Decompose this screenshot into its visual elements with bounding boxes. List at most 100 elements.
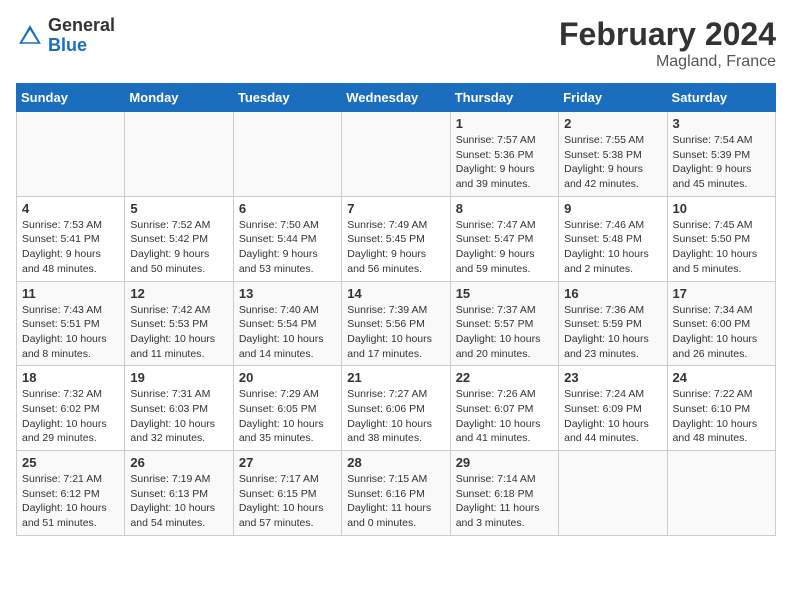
calendar-cell: 7 Sunrise: 7:49 AMSunset: 5:45 PMDaylight… (342, 196, 450, 281)
column-header-thursday: Thursday (450, 84, 558, 112)
day-info: Sunrise: 7:14 AMSunset: 6:18 PMDaylight:… (456, 472, 553, 531)
day-number: 18 (22, 370, 119, 385)
day-number: 20 (239, 370, 336, 385)
day-info: Sunrise: 7:52 AMSunset: 5:42 PMDaylight:… (130, 218, 227, 277)
calendar-cell: 22 Sunrise: 7:26 AMSunset: 6:07 PMDayligh… (450, 366, 558, 451)
day-number: 12 (130, 286, 227, 301)
day-number: 26 (130, 455, 227, 470)
day-number: 6 (239, 201, 336, 216)
calendar-cell: 13 Sunrise: 7:40 AMSunset: 5:54 PMDayligh… (233, 281, 341, 366)
calendar-body: 1Sunrise: 7:57 AMSunset: 5:36 PMDaylight… (17, 112, 776, 536)
logo: General Blue (16, 16, 115, 56)
calendar-cell: 21 Sunrise: 7:27 AMSunset: 6:06 PMDayligh… (342, 366, 450, 451)
calendar-table: SundayMondayTuesdayWednesdayThursdayFrid… (16, 83, 776, 536)
day-info: Sunrise: 7:40 AMSunset: 5:54 PMDaylight:… (239, 303, 336, 362)
day-info: Sunrise: 7:19 AMSunset: 6:13 PMDaylight:… (130, 472, 227, 531)
day-info: Sunrise: 7:29 AMSunset: 6:05 PMDaylight:… (239, 387, 336, 446)
calendar-cell: 11 Sunrise: 7:43 AMSunset: 5:51 PMDayligh… (17, 281, 125, 366)
day-number: 21 (347, 370, 444, 385)
day-number: 10 (673, 201, 770, 216)
calendar-cell (342, 112, 450, 197)
calendar-cell: 28Sunrise: 7:15 AMSunset: 6:16 PMDayligh… (342, 451, 450, 536)
day-number: 13 (239, 286, 336, 301)
calendar-cell: 14Sunrise: 7:39 AMSunset: 5:56 PMDayligh… (342, 281, 450, 366)
calendar-cell: 25Sunrise: 7:21 AMSunset: 6:12 PMDayligh… (17, 451, 125, 536)
calendar-cell (233, 112, 341, 197)
title-block: February 2024 Magland, France (559, 16, 776, 71)
day-number: 25 (22, 455, 119, 470)
day-number: 29 (456, 455, 553, 470)
day-info: Sunrise: 7:57 AMSunset: 5:36 PMDaylight:… (456, 133, 553, 192)
calendar-cell (667, 451, 775, 536)
day-info: Sunrise: 7:55 AMSunset: 5:38 PMDaylight:… (564, 133, 661, 192)
header-row: SundayMondayTuesdayWednesdayThursdayFrid… (17, 84, 776, 112)
logo-icon (16, 22, 44, 50)
day-info: Sunrise: 7:27 AMSunset: 6:06 PMDaylight:… (347, 387, 444, 446)
day-info: Sunrise: 7:54 AMSunset: 5:39 PMDaylight:… (673, 133, 770, 192)
calendar-cell: 9Sunrise: 7:46 AMSunset: 5:48 PMDaylight… (559, 196, 667, 281)
day-number: 8 (456, 201, 553, 216)
day-info: Sunrise: 7:47 AMSunset: 5:47 PMDaylight:… (456, 218, 553, 277)
calendar-cell: 5 Sunrise: 7:52 AMSunset: 5:42 PMDaylight… (125, 196, 233, 281)
calendar-cell (559, 451, 667, 536)
day-info: Sunrise: 7:31 AMSunset: 6:03 PMDaylight:… (130, 387, 227, 446)
day-number: 24 (673, 370, 770, 385)
day-info: Sunrise: 7:15 AMSunset: 6:16 PMDaylight:… (347, 472, 444, 531)
column-header-sunday: Sunday (17, 84, 125, 112)
day-info: Sunrise: 7:43 AMSunset: 5:51 PMDaylight:… (22, 303, 119, 362)
day-number: 27 (239, 455, 336, 470)
column-header-friday: Friday (559, 84, 667, 112)
column-header-saturday: Saturday (667, 84, 775, 112)
main-title: February 2024 (559, 16, 776, 53)
calendar-cell: 19 Sunrise: 7:31 AMSunset: 6:03 PMDayligh… (125, 366, 233, 451)
calendar-cell: 8 Sunrise: 7:47 AMSunset: 5:47 PMDaylight… (450, 196, 558, 281)
day-info: Sunrise: 7:36 AMSunset: 5:59 PMDaylight:… (564, 303, 661, 362)
column-header-wednesday: Wednesday (342, 84, 450, 112)
calendar-week-4: 18 Sunrise: 7:32 AMSunset: 6:02 PMDayligh… (17, 366, 776, 451)
logo-blue: Blue (48, 36, 115, 56)
calendar-cell: 6 Sunrise: 7:50 AMSunset: 5:44 PMDaylight… (233, 196, 341, 281)
calendar-cell: 1Sunrise: 7:57 AMSunset: 5:36 PMDaylight… (450, 112, 558, 197)
subtitle: Magland, France (559, 53, 776, 71)
day-number: 5 (130, 201, 227, 216)
logo-text: General Blue (48, 16, 115, 56)
page-header: General Blue February 2024 Magland, Fran… (16, 16, 776, 71)
calendar-week-5: 25Sunrise: 7:21 AMSunset: 6:12 PMDayligh… (17, 451, 776, 536)
day-number: 4 (22, 201, 119, 216)
day-number: 16 (564, 286, 661, 301)
day-info: Sunrise: 7:22 AMSunset: 6:10 PMDaylight:… (673, 387, 770, 446)
calendar-cell: 23Sunrise: 7:24 AMSunset: 6:09 PMDayligh… (559, 366, 667, 451)
calendar-week-2: 4 Sunrise: 7:53 AMSunset: 5:41 PMDaylight… (17, 196, 776, 281)
day-number: 19 (130, 370, 227, 385)
calendar-cell: 20 Sunrise: 7:29 AMSunset: 6:05 PMDayligh… (233, 366, 341, 451)
calendar-week-1: 1Sunrise: 7:57 AMSunset: 5:36 PMDaylight… (17, 112, 776, 197)
day-info: Sunrise: 7:26 AMSunset: 6:07 PMDaylight:… (456, 387, 553, 446)
calendar-cell: 24 Sunrise: 7:22 AMSunset: 6:10 PMDayligh… (667, 366, 775, 451)
column-header-tuesday: Tuesday (233, 84, 341, 112)
day-number: 2 (564, 116, 661, 131)
day-number: 22 (456, 370, 553, 385)
calendar-header: SundayMondayTuesdayWednesdayThursdayFrid… (17, 84, 776, 112)
day-number: 7 (347, 201, 444, 216)
day-number: 23 (564, 370, 661, 385)
day-number: 9 (564, 201, 661, 216)
calendar-cell: 29 Sunrise: 7:14 AMSunset: 6:18 PMDayligh… (450, 451, 558, 536)
day-info: Sunrise: 7:34 AMSunset: 6:00 PMDaylight:… (673, 303, 770, 362)
day-info: Sunrise: 7:53 AMSunset: 5:41 PMDaylight:… (22, 218, 119, 277)
calendar-cell (125, 112, 233, 197)
calendar-cell: 12Sunrise: 7:42 AMSunset: 5:53 PMDayligh… (125, 281, 233, 366)
day-info: Sunrise: 7:50 AMSunset: 5:44 PMDaylight:… (239, 218, 336, 277)
day-info: Sunrise: 7:17 AMSunset: 6:15 PMDaylight:… (239, 472, 336, 531)
day-number: 15 (456, 286, 553, 301)
calendar-cell: 15 Sunrise: 7:37 AMSunset: 5:57 PMDayligh… (450, 281, 558, 366)
logo-general: General (48, 16, 115, 36)
day-number: 14 (347, 286, 444, 301)
day-info: Sunrise: 7:37 AMSunset: 5:57 PMDaylight:… (456, 303, 553, 362)
calendar-cell: 17Sunrise: 7:34 AMSunset: 6:00 PMDayligh… (667, 281, 775, 366)
day-number: 11 (22, 286, 119, 301)
day-info: Sunrise: 7:32 AMSunset: 6:02 PMDaylight:… (22, 387, 119, 446)
calendar-cell: 2 Sunrise: 7:55 AMSunset: 5:38 PMDaylight… (559, 112, 667, 197)
day-info: Sunrise: 7:49 AMSunset: 5:45 PMDaylight:… (347, 218, 444, 277)
calendar-cell: 3Sunrise: 7:54 AMSunset: 5:39 PMDaylight… (667, 112, 775, 197)
calendar-cell: 26 Sunrise: 7:19 AMSunset: 6:13 PMDayligh… (125, 451, 233, 536)
